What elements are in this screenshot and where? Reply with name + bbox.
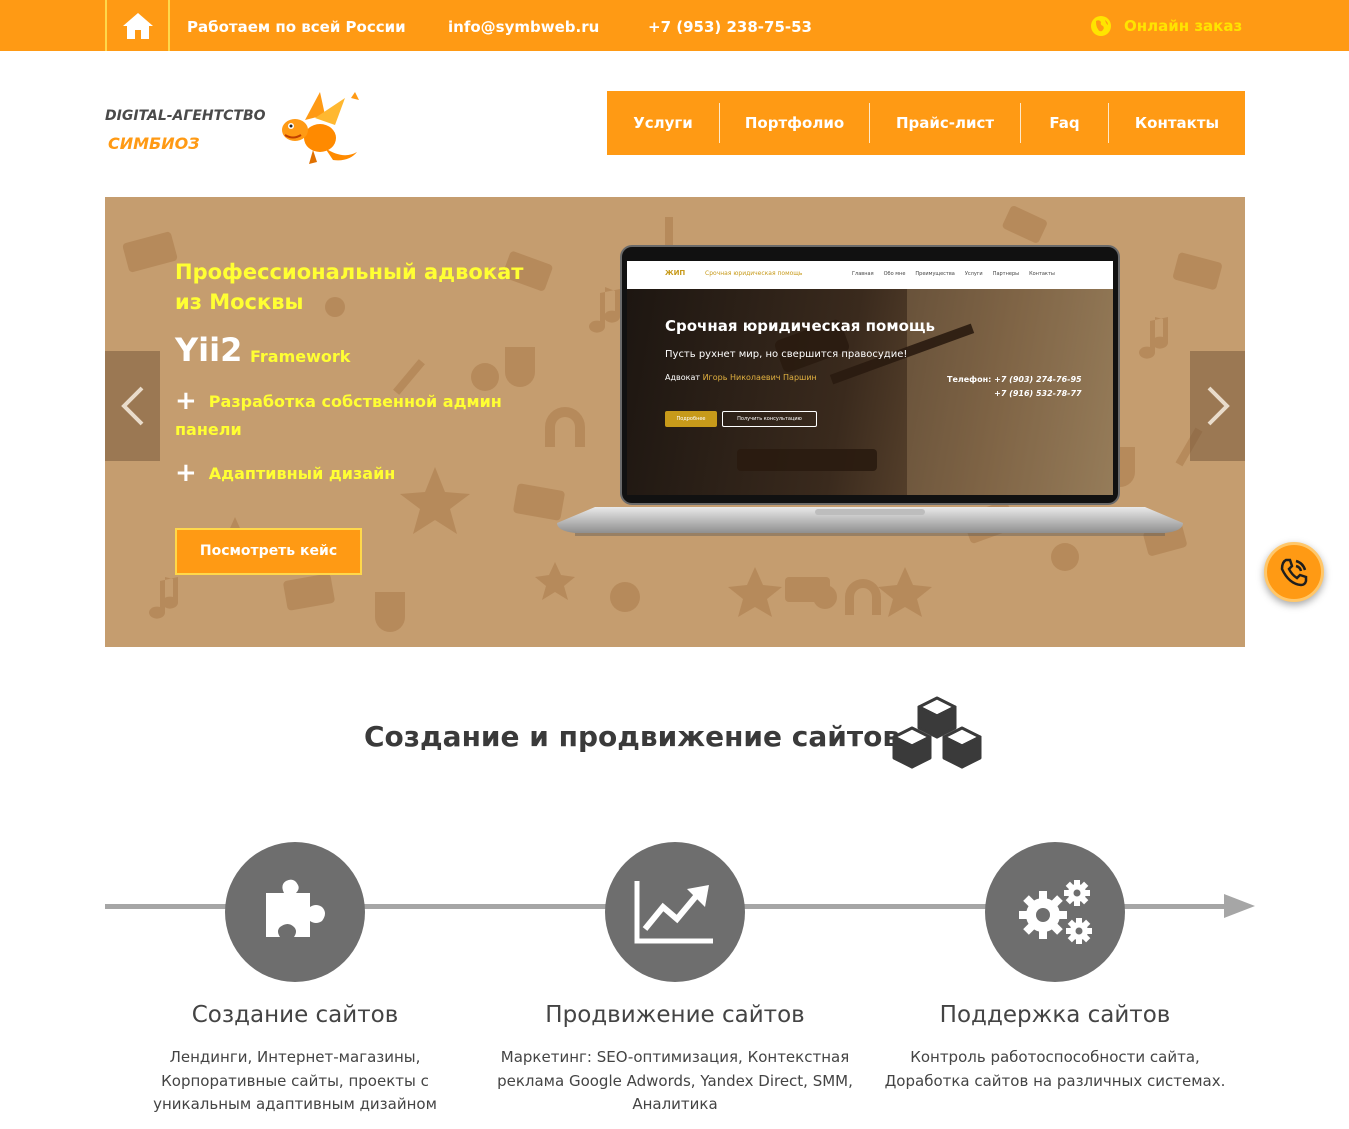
home-button[interactable] — [105, 0, 170, 51]
cubes-icon — [892, 696, 982, 769]
online-order-label: Онлайн заказ — [1124, 16, 1243, 35]
logo[interactable]: DIGITAL-АГЕНТСТВО СИМБИОЗ — [105, 92, 365, 168]
step-circle-create — [225, 842, 365, 982]
screen-menu: Главная Обо мне Преимущества Услуги Парт… — [852, 271, 1055, 277]
screen-heading: Срочная юридическая помощь — [665, 317, 935, 335]
screen-lawyer: Адвокат Игорь Николаевич Паршин — [665, 373, 817, 382]
region-text: Работаем по всей России — [187, 18, 406, 36]
dragon-mascot-icon — [282, 92, 359, 164]
step-desc-support: Контроль работоспособности сайта, Дорабо… — [884, 1048, 1226, 1090]
phone-link[interactable]: +7 (953) 238-75-53 — [648, 0, 812, 51]
logo-line2: СИМБИОЗ — [108, 134, 200, 153]
chevron-right-icon — [1207, 386, 1230, 426]
timeline-arrow-icon — [1224, 894, 1255, 918]
chevron-left-icon — [120, 386, 143, 426]
top-bar: Работаем по всей России info@symbweb.ru … — [0, 0, 1349, 51]
hero-tech-sub: Framework — [250, 347, 351, 366]
nav-item-portfolio[interactable]: Портфолио — [720, 103, 869, 143]
view-case-button[interactable]: Посмотреть кейс — [175, 528, 362, 575]
laptop-mockup: ЖИП Срочная юридическая помощь Главная О… — [555, 245, 1185, 560]
screen-more-button: Подробнее — [665, 411, 717, 427]
slider-next-button[interactable] — [1190, 351, 1245, 461]
step-desc-promote: Маркетинг: SEO-оптимизация, Контекстная … — [497, 1048, 853, 1113]
hero-title: Профессиональный адвокат из Москвы — [175, 260, 524, 314]
nav-item-services[interactable]: Услуги — [607, 103, 719, 143]
step-title-support: Поддержка сайтов — [939, 1002, 1171, 1028]
screen-subheading: Пусть рухнет мир, но свершится правосуди… — [665, 349, 908, 360]
callback-button[interactable] — [1264, 542, 1324, 602]
phone-icon — [1280, 558, 1308, 587]
laptop-base — [557, 507, 1183, 536]
growth-chart-icon — [634, 881, 713, 944]
home-icon — [122, 12, 153, 39]
step-desc-create: Лендинги, Интернет-магазины, Корпоративн… — [153, 1048, 437, 1113]
screen-consult-button: Получить консультацию — [722, 411, 817, 427]
screen-tagline: Срочная юридическая помощь — [705, 270, 803, 277]
screen-phones: Телефон: +7 (903) 274-76-95 +7 (916) 532… — [947, 375, 1082, 398]
email-link[interactable]: info@symbweb.ru — [448, 0, 599, 51]
plus-icon: + — [175, 386, 197, 416]
logo-line1: DIGITAL-АГЕНТСТВО — [105, 108, 266, 124]
screen-logo: ЖИП — [665, 269, 686, 277]
gears-icon — [1019, 880, 1092, 944]
slider-prev-button[interactable] — [105, 351, 160, 461]
hero-feature: + Адаптивный дизайн — [175, 458, 396, 488]
nav-item-faq[interactable]: Faq — [1021, 103, 1108, 143]
online-order-link[interactable]: Онлайн заказ — [1090, 0, 1242, 51]
hero-slider: Профессиональный адвокат из Москвы Yii2 … — [105, 197, 1245, 647]
nav-item-contacts[interactable]: Контакты — [1109, 103, 1245, 143]
step-title-promote: Продвижение сайтов — [545, 1002, 805, 1028]
main-nav: Услуги Портфолио Прайс-лист Faq Контакты — [607, 91, 1245, 155]
laptop-screen: ЖИП Срочная юридическая помощь Главная О… — [627, 261, 1113, 495]
puzzle-icon — [266, 879, 325, 937]
step-circle-promote — [605, 842, 745, 982]
hero-tech: Yii2 — [175, 331, 243, 369]
nav-item-pricelist[interactable]: Прайс-лист — [870, 103, 1020, 143]
hero-feature: + Разработка собственной админ панели — [175, 386, 502, 439]
plus-icon: + — [175, 458, 197, 488]
section-title: Создание и продвижение сайтов — [364, 720, 901, 753]
globe-icon — [1091, 15, 1111, 36]
step-circle-support — [985, 842, 1125, 982]
step-title-create: Создание сайтов — [191, 1002, 399, 1028]
screen-nav: ЖИП Срочная юридическая помощь Главная О… — [627, 261, 1113, 289]
